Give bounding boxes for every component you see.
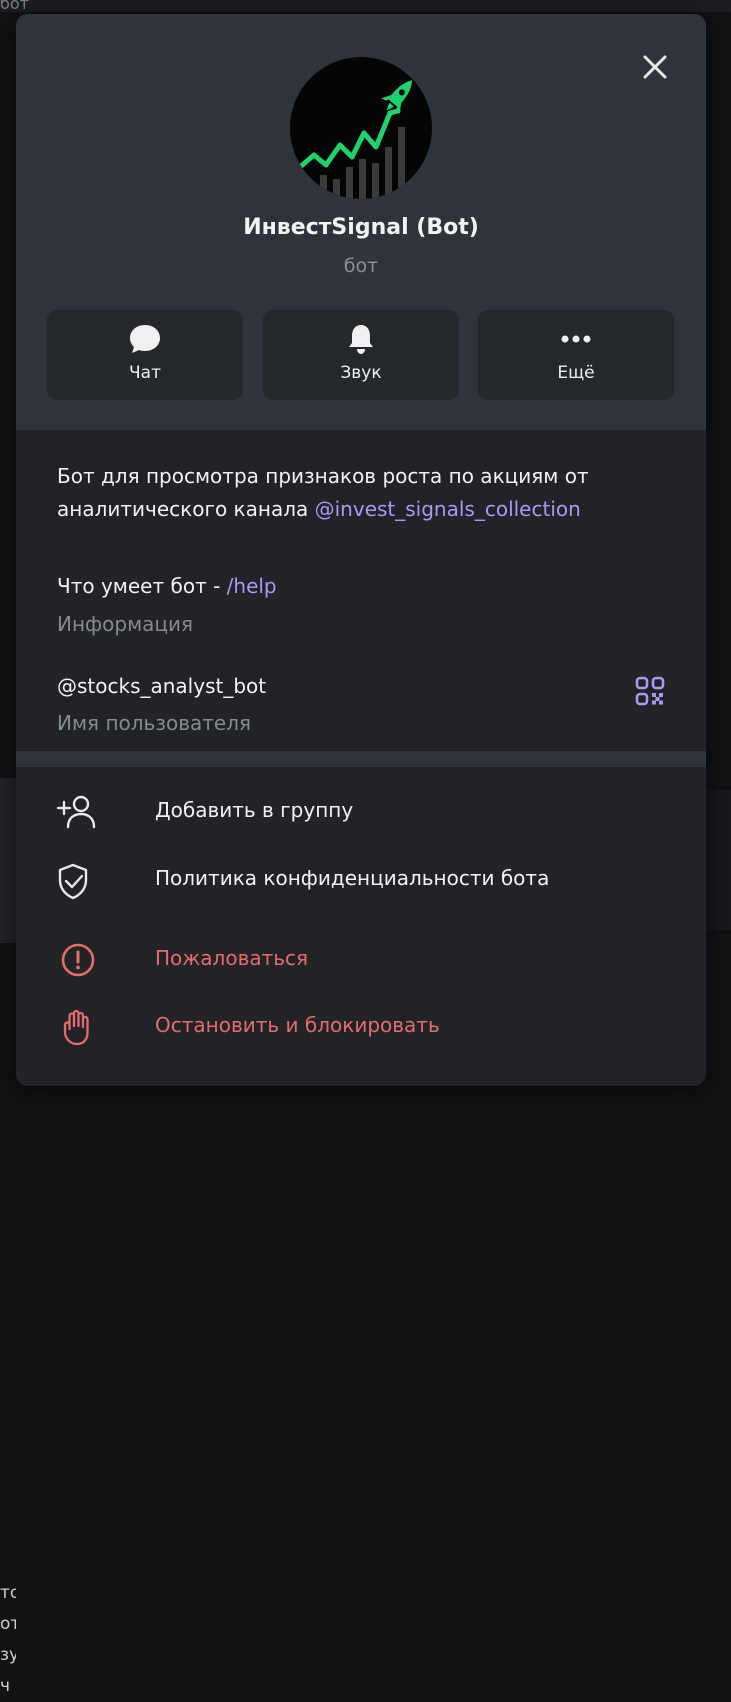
help-line: Что умеет бот - /help [57, 574, 277, 598]
username-link[interactable]: @stocks_analyst_bot [57, 674, 266, 698]
chat-bubble-icon [130, 325, 160, 353]
help-command-link[interactable]: /help [227, 574, 277, 598]
shield-check-icon [58, 863, 88, 900]
privacy-policy-item[interactable]: Политика конфиденциальности бота [16, 850, 706, 910]
more-dots-icon [561, 335, 591, 343]
background-message-text: то от зу ч [0, 1583, 16, 1696]
background-app-bar: бот [0, 0, 731, 13]
bot-avatar[interactable] [290, 57, 432, 199]
bot-name: ИнвестSignal (Bot) [243, 215, 479, 240]
rocket-chart-logo-icon [297, 80, 413, 199]
alert-circle-icon [61, 943, 95, 977]
background-panel-right [706, 790, 731, 930]
channel-link[interactable]: @invest_signals_collection [315, 497, 581, 521]
bot-profile-dialog: ИнвестSignal (Bot) бот Чат Звук Ещё Бот … [16, 14, 706, 1086]
report-label: Пожаловаться [155, 946, 309, 970]
hand-stop-icon [63, 1009, 89, 1046]
help-caption: Информация [57, 612, 194, 636]
more-button[interactable]: Ещё [478, 310, 674, 400]
add-user-icon [56, 795, 96, 829]
privacy-policy-label: Политика конфиденциальности бота [155, 866, 550, 890]
bot-type-label: бот [343, 255, 379, 277]
close-icon[interactable] [638, 50, 672, 84]
bell-icon [349, 325, 373, 354]
stop-and-block-item[interactable]: Остановить и блокировать [16, 997, 706, 1057]
bot-info-section: Бот для просмотра признаков роста по акц… [16, 430, 706, 751]
add-to-group-item[interactable]: Добавить в группу [16, 782, 706, 842]
add-to-group-label: Добавить в группу [155, 798, 354, 822]
background-message-card: то от зу ч [0, 778, 16, 1696]
more-button-label: Ещё [557, 363, 595, 383]
username-caption: Имя пользователя [57, 711, 252, 735]
report-item[interactable]: Пожаловаться [16, 930, 706, 990]
bot-description: Бот для просмотра признаков роста по акц… [57, 464, 589, 521]
stop-and-block-label: Остановить и блокировать [155, 1013, 440, 1037]
background-chat-title: бот [0, 0, 29, 13]
sound-button-label: Звук [340, 363, 382, 383]
sound-button[interactable]: Звук [263, 310, 459, 400]
chat-button[interactable]: Чат [47, 310, 243, 400]
qr-code-icon[interactable] [633, 674, 667, 708]
chat-button-label: Чат [129, 363, 161, 383]
profile-header: ИнвестSignal (Bot) бот Чат Звук Ещё [16, 14, 706, 430]
section-divider [16, 751, 706, 767]
